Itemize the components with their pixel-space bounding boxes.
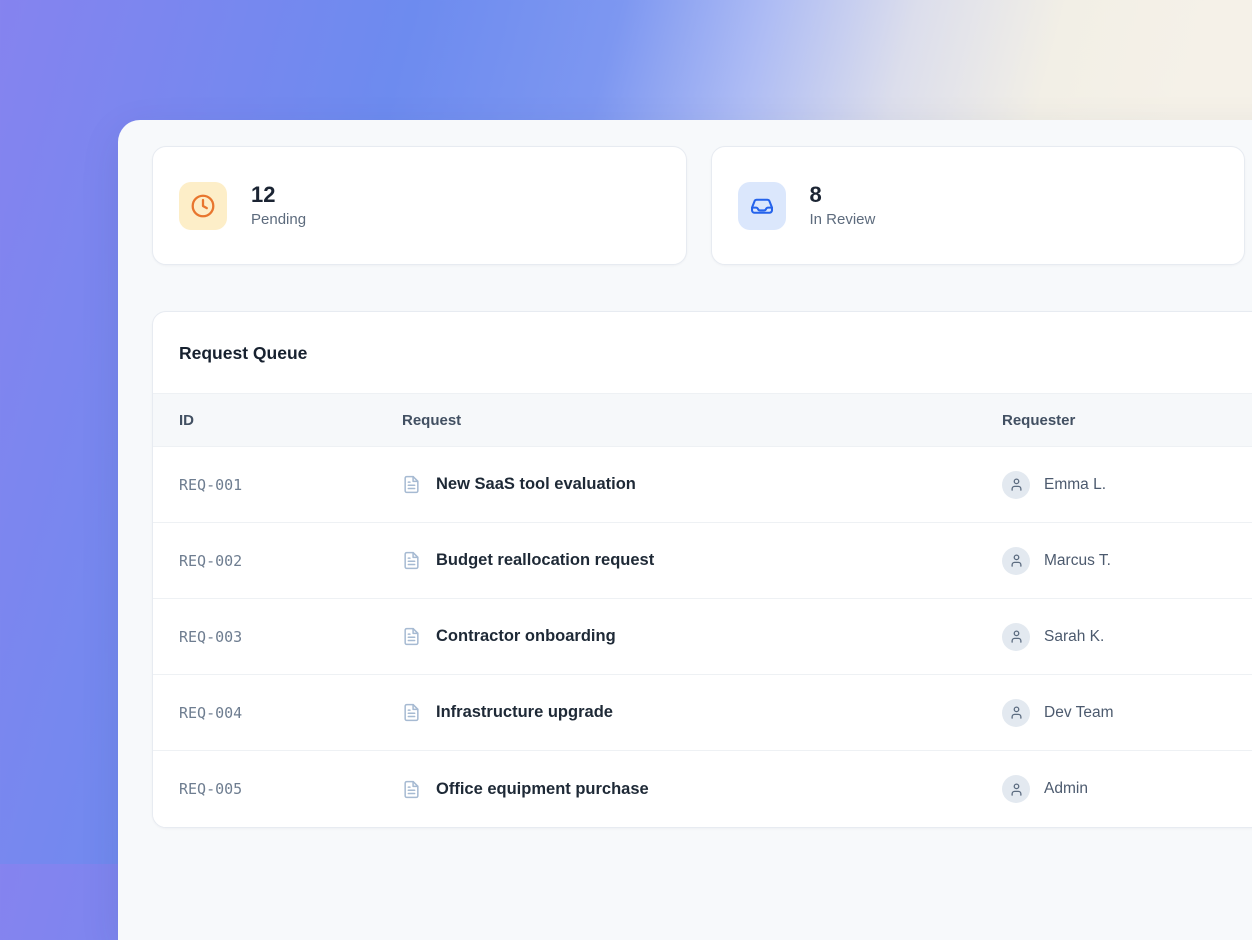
document-icon	[402, 551, 421, 570]
avatar-user-icon	[1002, 623, 1030, 651]
document-icon	[402, 703, 421, 722]
request-title: Office equipment purchase	[436, 780, 649, 799]
requester-cell: Admin	[1002, 775, 1252, 803]
request-title: Infrastructure upgrade	[436, 703, 613, 722]
requester-name: Marcus T.	[1044, 552, 1111, 570]
request-cell: Contractor onboarding	[402, 627, 1002, 646]
requester-cell: Emma L.	[1002, 471, 1252, 499]
avatar-user-icon	[1002, 471, 1030, 499]
stat-label-in-review: In Review	[810, 211, 876, 228]
document-icon	[402, 627, 421, 646]
stat-value-in-review: 8	[810, 183, 876, 207]
request-id: REQ-004	[179, 704, 402, 722]
table-row[interactable]: REQ-001 New SaaS tool evaluation Emma L.	[153, 447, 1252, 523]
avatar-user-icon	[1002, 775, 1030, 803]
stat-card-pending: 12 Pending	[152, 146, 687, 265]
stat-value-pending: 12	[251, 183, 306, 207]
stat-text: 8 In Review	[810, 183, 876, 227]
stat-text: 12 Pending	[251, 183, 306, 227]
table-row[interactable]: REQ-003 Contractor onboarding Sarah K.	[153, 599, 1252, 675]
requester-name: Dev Team	[1044, 704, 1114, 722]
requester-cell: Marcus T.	[1002, 547, 1252, 575]
request-id: REQ-002	[179, 552, 402, 570]
column-header-requester: Requester	[1002, 412, 1252, 429]
table-header-row: ID Request Requester	[153, 394, 1252, 447]
stat-card-in-review: 8 In Review	[711, 146, 1246, 265]
request-id: REQ-003	[179, 628, 402, 646]
document-icon	[402, 780, 421, 799]
request-cell: Office equipment purchase	[402, 780, 1002, 799]
request-title: Contractor onboarding	[436, 627, 616, 646]
queue-title: Request Queue	[153, 312, 1252, 394]
request-cell: Budget reallocation request	[402, 551, 1002, 570]
table-row[interactable]: REQ-004 Infrastructure upgrade Dev Team	[153, 675, 1252, 751]
document-icon	[402, 475, 421, 494]
request-id: REQ-005	[179, 780, 402, 798]
request-queue-card: Request Queue ID Request Requester REQ-0…	[152, 311, 1252, 828]
clock-icon	[179, 182, 227, 230]
request-id: REQ-001	[179, 476, 402, 494]
column-header-id: ID	[179, 412, 402, 429]
requester-cell: Dev Team	[1002, 699, 1252, 727]
avatar-user-icon	[1002, 547, 1030, 575]
main-panel: 12 Pending 8 In Review Request Queue ID …	[118, 120, 1252, 940]
request-cell: Infrastructure upgrade	[402, 703, 1002, 722]
requester-name: Admin	[1044, 780, 1088, 798]
stat-label-pending: Pending	[251, 211, 306, 228]
requester-cell: Sarah K.	[1002, 623, 1252, 651]
inbox-icon	[738, 182, 786, 230]
stats-row: 12 Pending 8 In Review	[152, 146, 1245, 265]
column-header-request: Request	[402, 412, 1002, 429]
request-cell: New SaaS tool evaluation	[402, 475, 1002, 494]
table-row[interactable]: REQ-002 Budget reallocation request Marc…	[153, 523, 1252, 599]
request-title: New SaaS tool evaluation	[436, 475, 636, 494]
requester-name: Emma L.	[1044, 476, 1106, 494]
requester-name: Sarah K.	[1044, 628, 1104, 646]
request-title: Budget reallocation request	[436, 551, 654, 570]
avatar-user-icon	[1002, 699, 1030, 727]
table-row[interactable]: REQ-005 Office equipment purchase Admin	[153, 751, 1252, 827]
